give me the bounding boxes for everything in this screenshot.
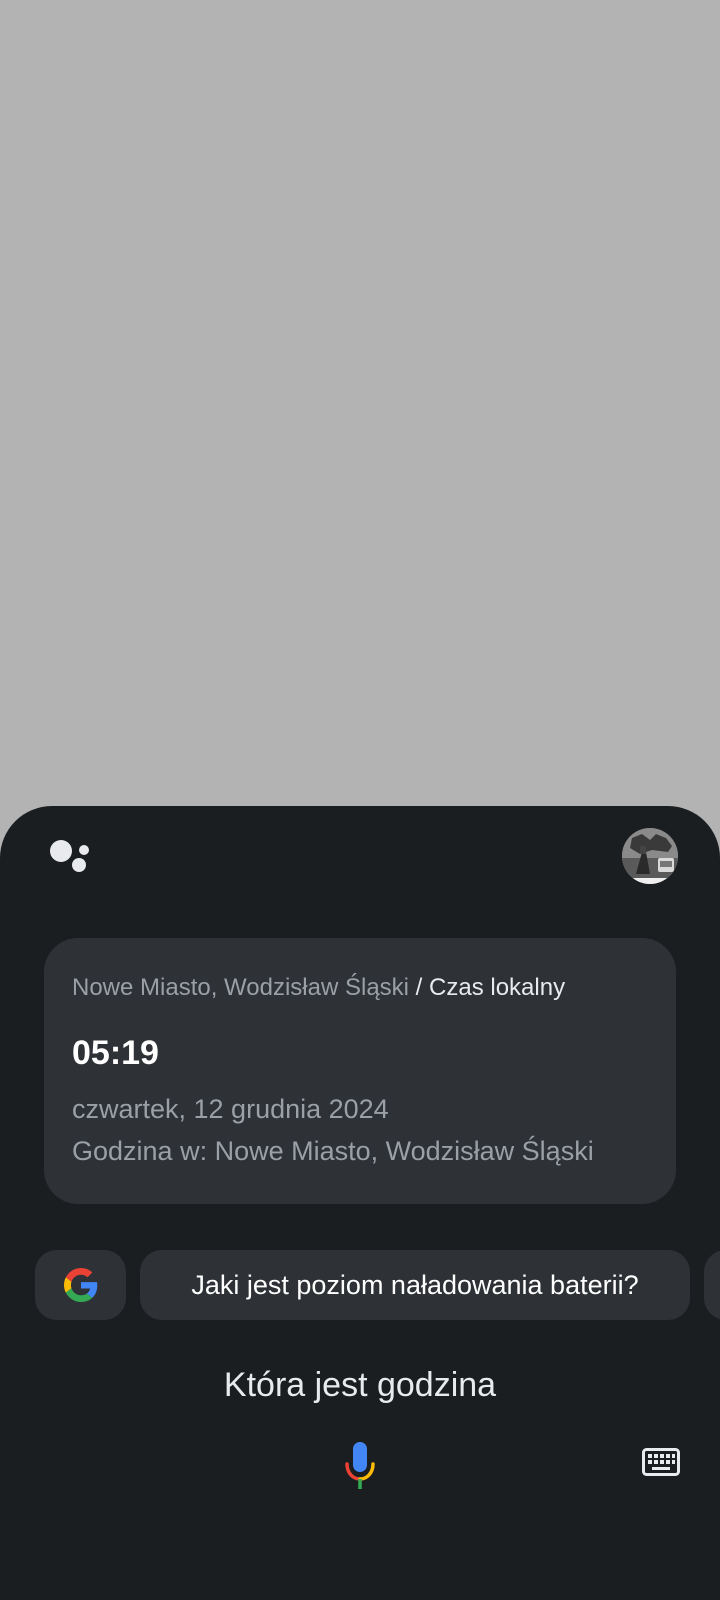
local-place: Godzina w: Nowe Miasto, Wodzisław Śląski: [72, 1136, 594, 1166]
suggestion-chip-battery[interactable]: Jaki jest poziom naładowania baterii?: [140, 1250, 690, 1320]
voice-query-text: Która jest godzina: [223, 1366, 497, 1404]
local-time-value: 05:19: [72, 1034, 159, 1072]
google-g-icon: [63, 1268, 97, 1302]
suggestion-chip-partial[interactable]: [704, 1250, 720, 1320]
card-header: Nowe Miasto, Wodzisław Śląski / Czas lok…: [72, 974, 565, 1002]
card-separator: /: [409, 974, 430, 1001]
mic-icon[interactable]: [344, 1442, 376, 1490]
card-location: Nowe Miasto, Wodzisław Śląski: [72, 974, 409, 1001]
keyboard-icon[interactable]: [642, 1448, 680, 1476]
local-date: czwartek, 12 grudnia 2024: [72, 1094, 389, 1124]
avatar-image: [622, 828, 678, 884]
assistant-sheet: Nowe Miasto, Wodzisław Śląski / Czas lok…: [0, 806, 720, 1600]
google-assistant-icon: [50, 840, 89, 872]
google-search-chip[interactable]: [35, 1250, 126, 1320]
card-kind: Czas lokalny: [429, 974, 566, 1001]
background-scrim[interactable]: [0, 0, 720, 806]
avatar[interactable]: [622, 828, 678, 884]
local-time-card[interactable]: Nowe Miasto, Wodzisław Śląski / Czas lok…: [44, 938, 676, 1204]
